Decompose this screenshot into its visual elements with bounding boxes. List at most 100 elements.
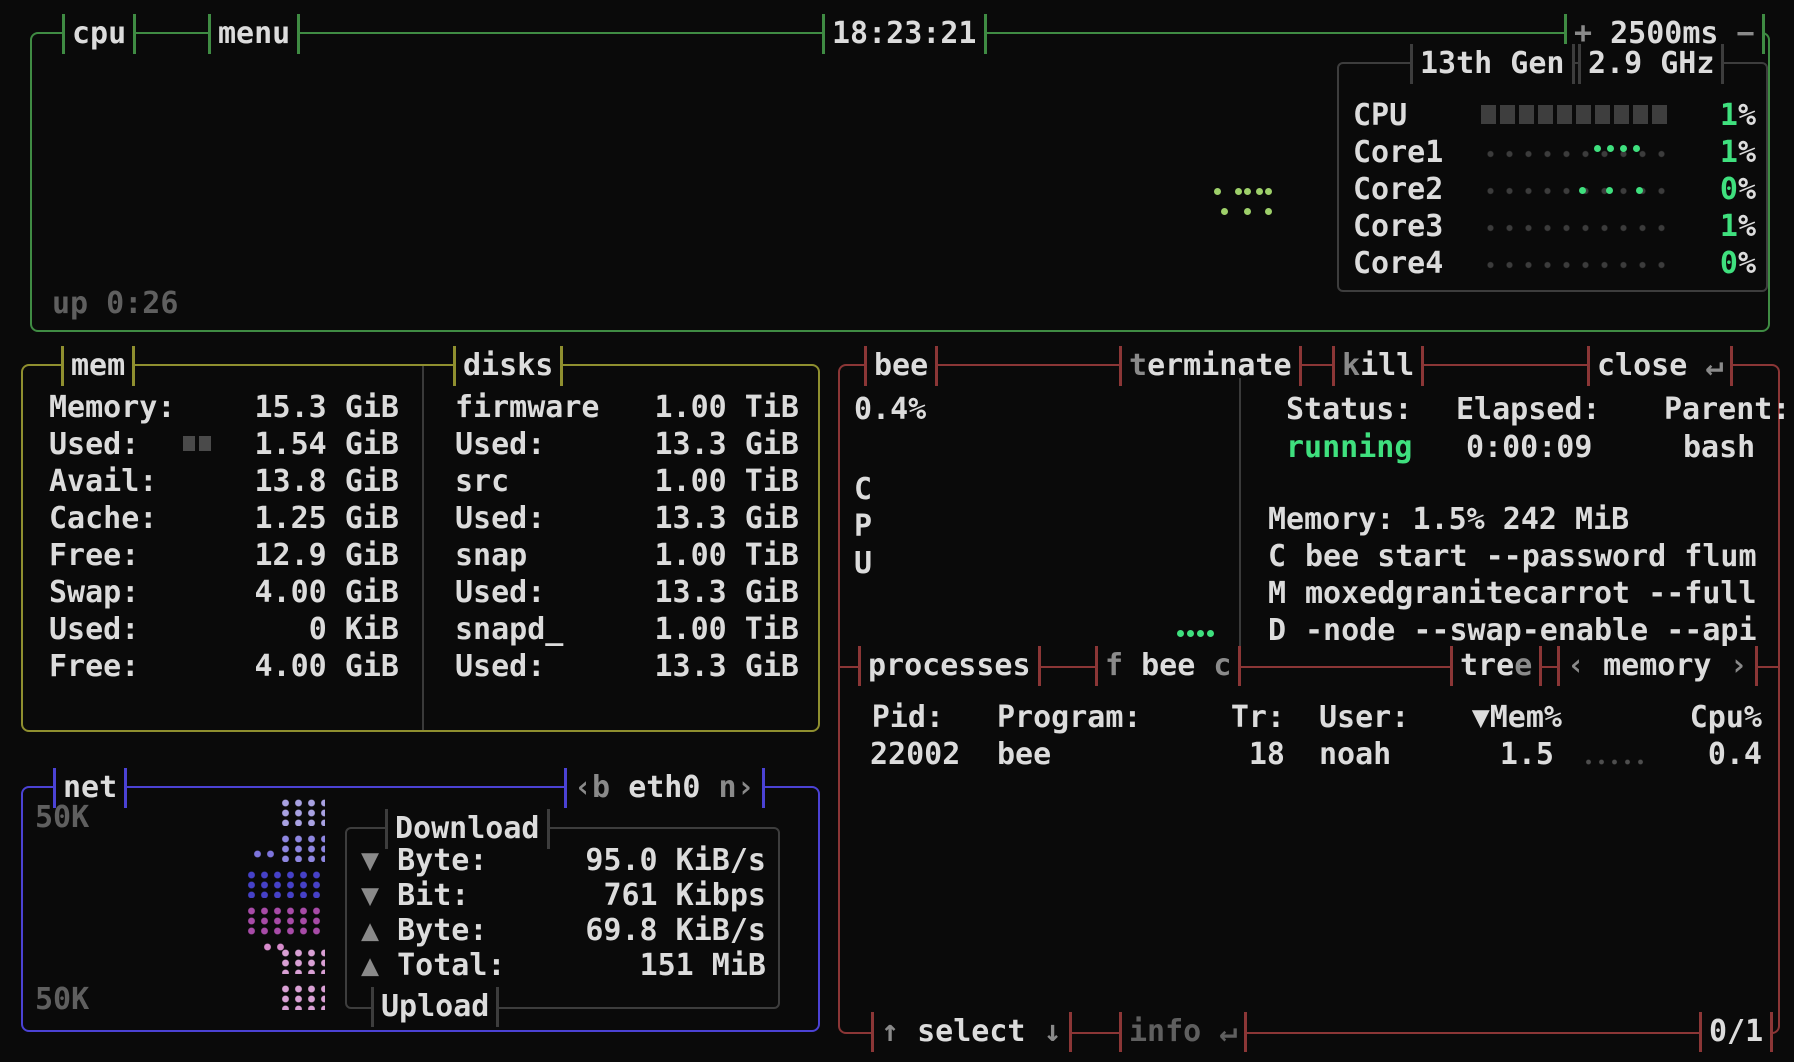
process-memory-line: Memory: 1.5% 242 MiB: [1268, 502, 1629, 538]
cmd-line: bee start --password flum: [1305, 539, 1757, 575]
core1-row: Core1 1%: [1353, 135, 1756, 172]
close-button[interactable]: close ↵: [1587, 346, 1733, 386]
processes-title-label: processes: [868, 648, 1031, 684]
process-program: bee: [997, 737, 1051, 773]
cmd-line: moxedgranitecarrot --full: [1305, 576, 1757, 612]
process-cpu: 0.4: [1660, 737, 1762, 773]
cpu-box: cpu menu 18:23:21 + 2500ms − up 0:26 13t…: [30, 32, 1770, 332]
sort-label: memory: [1603, 648, 1711, 684]
clock: 18:23:21: [822, 14, 987, 54]
cpu-box-title: cpu: [62, 14, 136, 54]
upload-title: Upload: [371, 987, 499, 1027]
status-value: running: [1286, 430, 1412, 466]
parent-value: bash: [1683, 430, 1755, 466]
mem-row: Used:1.54 GiB: [49, 427, 399, 463]
upload-label: Upload: [381, 989, 489, 1025]
net-scale-bottom: 50K: [35, 982, 89, 1018]
interface-next-button[interactable]: n›: [700, 770, 754, 806]
tree-label: tre: [1460, 648, 1514, 684]
cpu-total-row: CPU 1%: [1353, 98, 1756, 135]
process-counter: 0/1: [1699, 1012, 1773, 1052]
processes-title: processes: [858, 646, 1041, 686]
graph-axis-letter: C: [854, 472, 872, 508]
mem-row: Cache:1.25 GiB: [49, 501, 399, 537]
uptime: up 0:26: [52, 286, 178, 322]
filter-value: bee: [1141, 648, 1195, 684]
sort-prev-icon: ‹: [1567, 648, 1603, 684]
col-threads: Tr:: [1225, 700, 1285, 736]
disk-row: Used:13.3 GiB: [455, 575, 799, 611]
process-detail-box: bee t erminate k ill close ↵ 0.4% C P U …: [838, 364, 1780, 1034]
terminate-button[interactable]: t erminate: [1119, 346, 1302, 386]
core2-row: Core2 0%: [1353, 172, 1756, 209]
core4-graph: [1481, 260, 1671, 270]
network-box: net ‹b eth0 n› 50K 50K Download Upload ▼…: [21, 786, 820, 1032]
memory-box-title: mem: [61, 346, 135, 386]
percent-sign: %: [1738, 209, 1756, 244]
percent-sign: %: [1738, 172, 1756, 207]
menu-label: menu: [218, 16, 290, 52]
upload-arrow-icon: ▲: [361, 948, 379, 983]
core3-label: Core3: [1353, 209, 1443, 245]
cmd-axis-letter: M: [1268, 576, 1286, 612]
percent-sign: %: [1738, 246, 1756, 281]
close-label: close: [1597, 348, 1705, 384]
tree-toggle[interactable]: tre e: [1450, 646, 1542, 686]
disk-row: Used:13.3 GiB: [455, 649, 799, 685]
download-arrow-icon: ▼: [361, 843, 379, 878]
process-box-title: bee: [864, 346, 938, 386]
core4-label: Core4: [1353, 246, 1443, 282]
process-user: noah: [1319, 737, 1391, 773]
interface-prev-button[interactable]: ‹b: [574, 770, 628, 806]
sort-control[interactable]: ‹ memory ›: [1557, 646, 1758, 686]
col-cpu[interactable]: Cpu%: [1660, 700, 1762, 736]
percent-sign: %: [1738, 135, 1756, 170]
net-stats-panel: Download Upload ▼ Byte: 95.0 KiB/s ▼ Bit…: [345, 827, 780, 1009]
percent-sign: %: [1738, 98, 1756, 133]
core1-graph: [1481, 149, 1671, 159]
parent-label: Parent:: [1664, 392, 1790, 428]
cpu-frequency-label: 2.9 GHz: [1588, 46, 1714, 82]
core2-percent: 0: [1720, 172, 1738, 207]
enter-icon: ↵: [1705, 348, 1723, 384]
info-button[interactable]: info ↵: [1119, 1012, 1247, 1052]
net-row: ▼ Bit: 761 Kibps: [361, 878, 766, 914]
disk-row: Used:13.3 GiB: [455, 427, 799, 463]
disks-title-label: disks: [463, 348, 553, 384]
cpu-frequency: 2.9 GHz: [1578, 44, 1724, 84]
mem-row: Swap:4.00 GiB: [49, 575, 399, 611]
download-label: Download: [395, 811, 540, 847]
core1-label: Core1: [1353, 135, 1443, 171]
col-mem-sorted[interactable]: ▼Mem%: [1440, 700, 1562, 736]
core4-percent: 0: [1720, 246, 1738, 281]
graph-axis-letter: P: [854, 509, 872, 545]
process-title-label: bee: [874, 348, 928, 384]
filter-clear-hotkey: c: [1195, 648, 1231, 684]
cpu-model-label: 13th Gen: [1420, 46, 1565, 82]
process-cpu-percent: 0.4%: [854, 392, 926, 428]
mem-row: Free:12.9 GiB: [49, 538, 399, 574]
cpu-stats-panel: 13th Gen 2.9 GHz CPU 1% Core1 1% Core2 0…: [1337, 62, 1768, 292]
net-scale-top: 50K: [35, 800, 89, 836]
disk-row: src1.00 TiB: [455, 464, 799, 500]
disk-row: firmware1.00 TiB: [455, 390, 799, 426]
tree-hotkey: e: [1514, 648, 1532, 684]
process-mem: 1.5: [1440, 737, 1554, 773]
menu-button[interactable]: menu: [208, 14, 300, 54]
cmd-line: -node --swap-enable --api: [1305, 613, 1757, 649]
net-row: ▲ Byte: 69.8 KiB/s: [361, 913, 766, 949]
mem-title-label: mem: [71, 348, 125, 384]
sort-next-icon: ›: [1712, 648, 1748, 684]
detail-divider: [1239, 378, 1241, 662]
net-row: ▲ Total: 151 MiB: [361, 948, 766, 984]
cmd-axis-letter: D: [1268, 613, 1286, 649]
arrow-up-icon: ↑: [881, 1014, 917, 1050]
select-control[interactable]: ↑ select ↓: [871, 1012, 1072, 1052]
graph-axis-letter: U: [854, 546, 872, 582]
info-label: info ↵: [1129, 1014, 1237, 1050]
cpu-title-label: cpu: [72, 16, 126, 52]
mem-row: Used:0 KiB: [49, 612, 399, 648]
kill-button[interactable]: k ill: [1332, 346, 1424, 386]
filter-control[interactable]: f bee c: [1095, 646, 1241, 686]
kill-hotkey: k: [1342, 348, 1360, 384]
